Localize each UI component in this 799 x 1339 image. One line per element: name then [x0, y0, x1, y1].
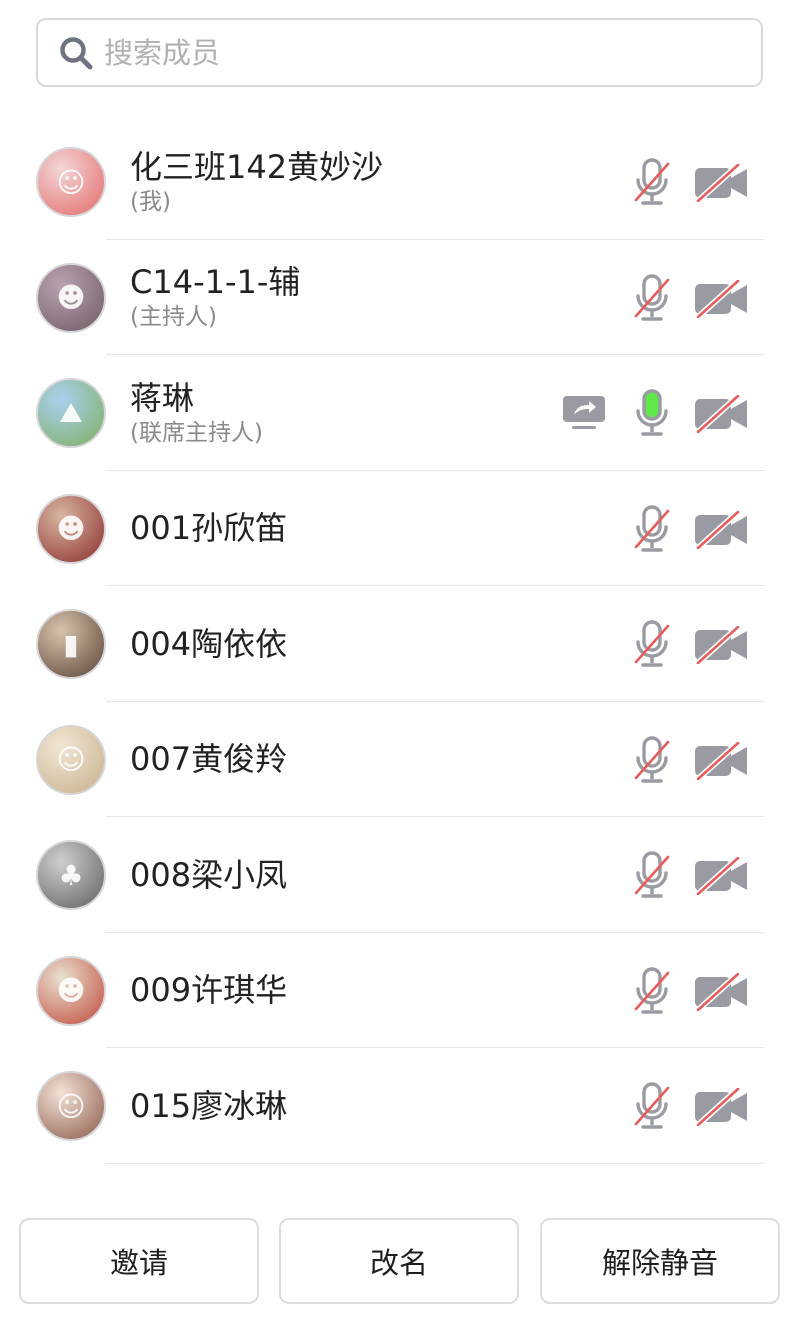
avatar: ▮ — [36, 609, 106, 679]
camera-off-icon[interactable] — [693, 508, 749, 551]
member-name: 001孙欣笛 — [130, 509, 288, 547]
microphone-active-icon[interactable] — [632, 389, 672, 439]
microphone-muted-icon[interactable] — [632, 620, 672, 670]
avatar: ☻ — [36, 262, 106, 333]
avatar: ☺ — [36, 147, 106, 217]
member-role: (我) — [130, 188, 171, 215]
camera-off-icon[interactable] — [693, 970, 749, 1013]
row-divider — [106, 1162, 764, 1164]
avatar: ☺ — [36, 724, 106, 795]
avatar-image: ☺ — [56, 743, 86, 776]
search-box[interactable] — [36, 18, 763, 87]
member-row[interactable]: ☻ 009许琪华 — [0, 933, 799, 1048]
avatar: ♣ — [36, 840, 106, 910]
microphone-muted-icon[interactable] — [632, 851, 672, 901]
member-info: 蒋琳 (联席主持人) — [130, 355, 263, 470]
member-row[interactable]: ♣ 008梁小凤 — [0, 817, 799, 933]
member-name: 004陶依依 — [130, 624, 288, 663]
avatar-image: ♣ — [58, 858, 84, 892]
member-name: 007黄俊羚 — [130, 740, 288, 778]
member-name: 008梁小凤 — [130, 855, 288, 894]
member-info: 001孙欣笛 — [130, 471, 287, 586]
screen-share-icon — [562, 395, 606, 431]
avatar-image: ⛰ — [59, 396, 83, 429]
member-row[interactable]: ⛰ 蒋琳 (联席主持人) — [0, 355, 799, 471]
microphone-muted-icon[interactable] — [632, 273, 672, 324]
member-name: 蒋琳 — [130, 378, 195, 417]
avatar: ☻ — [36, 493, 106, 564]
camera-off-icon[interactable] — [693, 162, 749, 204]
unmute-button[interactable]: 解除静音 — [540, 1218, 780, 1304]
member-name: 009许琪华 — [130, 971, 288, 1009]
camera-off-icon[interactable] — [693, 624, 749, 666]
microphone-muted-icon[interactable] — [632, 158, 672, 208]
microphone-muted-icon[interactable] — [632, 966, 672, 1017]
member-role: (联席主持人) — [130, 419, 263, 446]
camera-off-icon[interactable] — [693, 855, 749, 897]
microphone-muted-icon[interactable] — [632, 1082, 672, 1132]
member-name: 015廖冰琳 — [130, 1086, 288, 1125]
microphone-muted-icon[interactable] — [632, 735, 672, 786]
avatar: ⛰ — [36, 378, 106, 448]
avatar-image: ☺ — [56, 1089, 86, 1123]
member-row[interactable]: ☺ 007黄俊羚 — [0, 702, 799, 817]
member-name: C14-1-1-辅 — [130, 263, 301, 301]
microphone-muted-icon[interactable] — [632, 504, 672, 555]
member-info: C14-1-1-辅 (主持人) — [130, 240, 300, 355]
camera-off-icon[interactable] — [693, 277, 749, 320]
member-info: 004陶依依 — [130, 586, 287, 701]
avatar-image: ☻ — [56, 281, 86, 314]
member-row[interactable]: ☻ 001孙欣笛 — [0, 471, 799, 586]
member-info: 015廖冰琳 — [130, 1048, 287, 1163]
member-info: 007黄俊羚 — [130, 702, 287, 817]
avatar-image: ▮ — [63, 627, 79, 661]
camera-off-icon[interactable] — [693, 739, 749, 782]
member-role: (主持人) — [130, 304, 217, 330]
avatar: ☺ — [36, 1071, 106, 1141]
member-row[interactable]: ▮ 004陶依依 — [0, 586, 799, 702]
camera-off-icon[interactable] — [693, 393, 749, 435]
member-name: 化三班142黄妙沙 — [130, 147, 384, 186]
avatar-image: ☻ — [56, 974, 86, 1007]
member-row[interactable]: ☺ 化三班142黄妙沙 (我) — [0, 124, 799, 240]
avatar: ☻ — [36, 955, 106, 1026]
member-info: 化三班142黄妙沙 (我) — [130, 124, 383, 239]
search-input[interactable] — [104, 35, 744, 70]
invite-button[interactable]: 邀请 — [19, 1218, 259, 1304]
member-info: 008梁小凤 — [130, 817, 287, 932]
rename-button[interactable]: 改名 — [279, 1218, 519, 1304]
member-list: ☺ 化三班142黄妙沙 (我) ☻ C14-1-1-辅 (主持人) ⛰ 蒋琳 (联席主持人) ☻ 0… — [0, 124, 799, 1164]
avatar-image: ☺ — [56, 165, 86, 199]
member-info: 009许琪华 — [130, 933, 287, 1048]
camera-off-icon[interactable] — [693, 1086, 749, 1128]
search-icon — [58, 35, 94, 71]
member-row[interactable]: ☻ C14-1-1-辅 (主持人) — [0, 240, 799, 355]
member-row[interactable]: ☺ 015廖冰琳 — [0, 1048, 799, 1164]
avatar-image: ☻ — [56, 512, 86, 545]
